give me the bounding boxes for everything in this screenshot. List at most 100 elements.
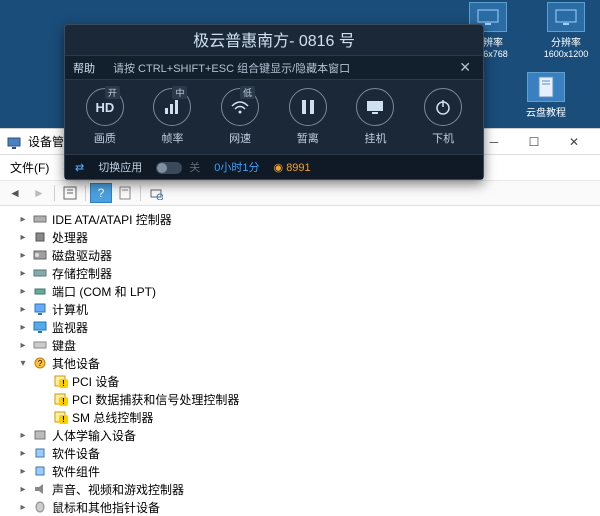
warn-icon <box>52 392 68 406</box>
control-label: 画质 <box>94 130 116 146</box>
badge: 开 <box>105 86 120 99</box>
overlay-status-bar: ⇄ 切换应用 关 0小时1分 ◉ 8991 <box>65 154 483 179</box>
window-maximize-button[interactable]: ☐ <box>514 130 554 154</box>
overlay-control-screen[interactable]: 挂机 <box>356 88 394 146</box>
tree-item[interactable]: SM 总线控制器 <box>2 408 598 426</box>
expand-arrow-icon[interactable] <box>16 304 30 315</box>
mouse-icon <box>32 500 48 514</box>
tree-item[interactable]: 处理器 <box>2 228 598 246</box>
tree-item-label: SM 总线控制器 <box>72 409 153 426</box>
desktop-icon-cloud-tutorial[interactable]: 云盘教程 <box>516 72 576 119</box>
toggle-group: 关 <box>156 159 200 175</box>
expand-arrow-icon[interactable] <box>16 250 30 261</box>
hid-icon <box>32 428 48 442</box>
device-tree[interactable]: IDE ATA/ATAPI 控制器处理器磁盘驱动器存储控制器端口 (COM 和 … <box>0 206 600 516</box>
expand-arrow-icon[interactable] <box>16 448 30 459</box>
power-icon <box>424 88 462 126</box>
tree-item-label: PCI 设备 <box>72 373 119 390</box>
warn-icon <box>52 374 68 388</box>
desktop-icon-label: 云盘教程 <box>526 104 566 119</box>
overlay-control-bars[interactable]: 中帧率 <box>153 88 191 146</box>
expand-arrow-icon[interactable] <box>16 358 30 369</box>
tree-item[interactable]: 计算机 <box>2 300 598 318</box>
tree-item[interactable]: 磁盘驱动器 <box>2 246 598 264</box>
keyboard-icon <box>32 338 48 352</box>
toolbar-tree-button[interactable] <box>59 183 81 203</box>
tree-item[interactable]: IDE ATA/ATAPI 控制器 <box>2 210 598 228</box>
toggle-switch[interactable] <box>156 162 182 174</box>
ide-icon <box>32 212 48 226</box>
menu-file[interactable]: 文件(F) <box>4 157 55 178</box>
sound-icon <box>32 482 48 496</box>
control-label: 挂机 <box>364 130 386 146</box>
overlay-help-row: 帮助 请按 CTRL+SHIFT+ESC 组合键显示/隐藏本窗口 ✕ <box>65 55 483 80</box>
overlay-control-wifi[interactable]: 低网速 <box>221 88 259 146</box>
expand-arrow-icon[interactable] <box>16 232 30 243</box>
overlay-control-pause[interactable]: 暂离 <box>289 88 327 146</box>
tree-item[interactable]: 声音、视频和游戏控制器 <box>2 480 598 498</box>
expand-arrow-icon[interactable] <box>16 286 30 297</box>
desktop-icon-resolution-2[interactable]: 分辨率 1600x1200 <box>536 2 596 59</box>
control-label: 网速 <box>229 130 251 146</box>
computer-icon <box>32 302 48 316</box>
tree-item-label: 端口 (COM 和 LPT) <box>52 283 156 300</box>
tree-item-label: 其他设备 <box>52 355 100 372</box>
toggle-off-label: 关 <box>189 162 200 174</box>
expand-arrow-icon[interactable] <box>16 214 30 225</box>
cpu-icon <box>32 230 48 244</box>
close-icon[interactable]: ✕ <box>455 59 475 76</box>
svg-text:?: ? <box>38 359 43 368</box>
expand-arrow-icon[interactable] <box>16 430 30 441</box>
tree-item[interactable]: 鼠标和其他指针设备 <box>2 498 598 516</box>
toolbar-back-button[interactable]: ◄ <box>4 183 26 203</box>
monitor-icon <box>547 2 585 32</box>
tree-item[interactable]: 键盘 <box>2 336 598 354</box>
expand-arrow-icon[interactable] <box>16 268 30 279</box>
tree-item[interactable]: 存储控制器 <box>2 264 598 282</box>
toolbar-properties-button[interactable] <box>114 183 136 203</box>
tree-item[interactable]: 监视器 <box>2 318 598 336</box>
storage-icon <box>32 266 48 280</box>
tree-item[interactable]: PCI 设备 <box>2 372 598 390</box>
toolbar-help-button[interactable]: ? <box>90 183 112 203</box>
monitor-icon <box>32 320 48 334</box>
pause-icon <box>289 88 327 126</box>
tree-item[interactable]: 端口 (COM 和 LPT) <box>2 282 598 300</box>
tree-item[interactable]: 人体学输入设备 <box>2 426 598 444</box>
expand-arrow-icon[interactable] <box>16 466 30 477</box>
tree-item-label: 处理器 <box>52 229 88 246</box>
device-manager-icon <box>6 134 22 150</box>
tree-item[interactable]: 软件设备 <box>2 444 598 462</box>
other-icon: ? <box>32 356 48 370</box>
desktop-icon-label: 分辨率 <box>551 34 581 49</box>
tree-item-label: 磁盘驱动器 <box>52 247 112 264</box>
cloud-control-overlay: 极云普惠南方- 0816 号 帮助 请按 CTRL+SHIFT+ESC 组合键显… <box>64 24 484 180</box>
overlay-control-hd[interactable]: 开HD画质 <box>86 88 124 146</box>
window-close-button[interactable]: ✕ <box>554 130 594 154</box>
toolbar-scan-button[interactable] <box>145 183 167 203</box>
tree-item-label: IDE ATA/ATAPI 控制器 <box>52 211 172 228</box>
expand-arrow-icon[interactable] <box>16 484 30 495</box>
screen-icon <box>356 88 394 126</box>
soft-icon <box>32 464 48 478</box>
control-label: 下机 <box>432 130 454 146</box>
overlay-controls: 开HD画质中帧率低网速暂离挂机 下机 <box>65 80 483 154</box>
badge: 中 <box>172 86 187 99</box>
toolbar: ◄ ► ? <box>0 181 600 206</box>
tree-item[interactable]: ? 其他设备 <box>2 354 598 372</box>
help-button[interactable]: 帮助 <box>73 60 95 76</box>
tree-item[interactable]: PCI 数据捕获和信号处理控制器 <box>2 390 598 408</box>
warn-icon <box>52 410 68 424</box>
tree-item-label: 人体学输入设备 <box>52 427 136 444</box>
tree-item[interactable]: 软件组件 <box>2 462 598 480</box>
desktop-icon-sublabel: 1600x1200 <box>544 49 589 59</box>
tree-item-label: 监视器 <box>52 319 88 336</box>
toolbar-forward-button[interactable]: ► <box>28 183 50 203</box>
expand-arrow-icon[interactable] <box>16 322 30 333</box>
switch-app-button[interactable]: 切换应用 <box>98 159 142 175</box>
swap-icon: ⇄ <box>75 161 84 174</box>
overlay-control-power[interactable]: 下机 <box>424 88 462 146</box>
expand-arrow-icon[interactable] <box>16 502 30 513</box>
expand-arrow-icon[interactable] <box>16 340 30 351</box>
document-icon <box>527 72 565 102</box>
